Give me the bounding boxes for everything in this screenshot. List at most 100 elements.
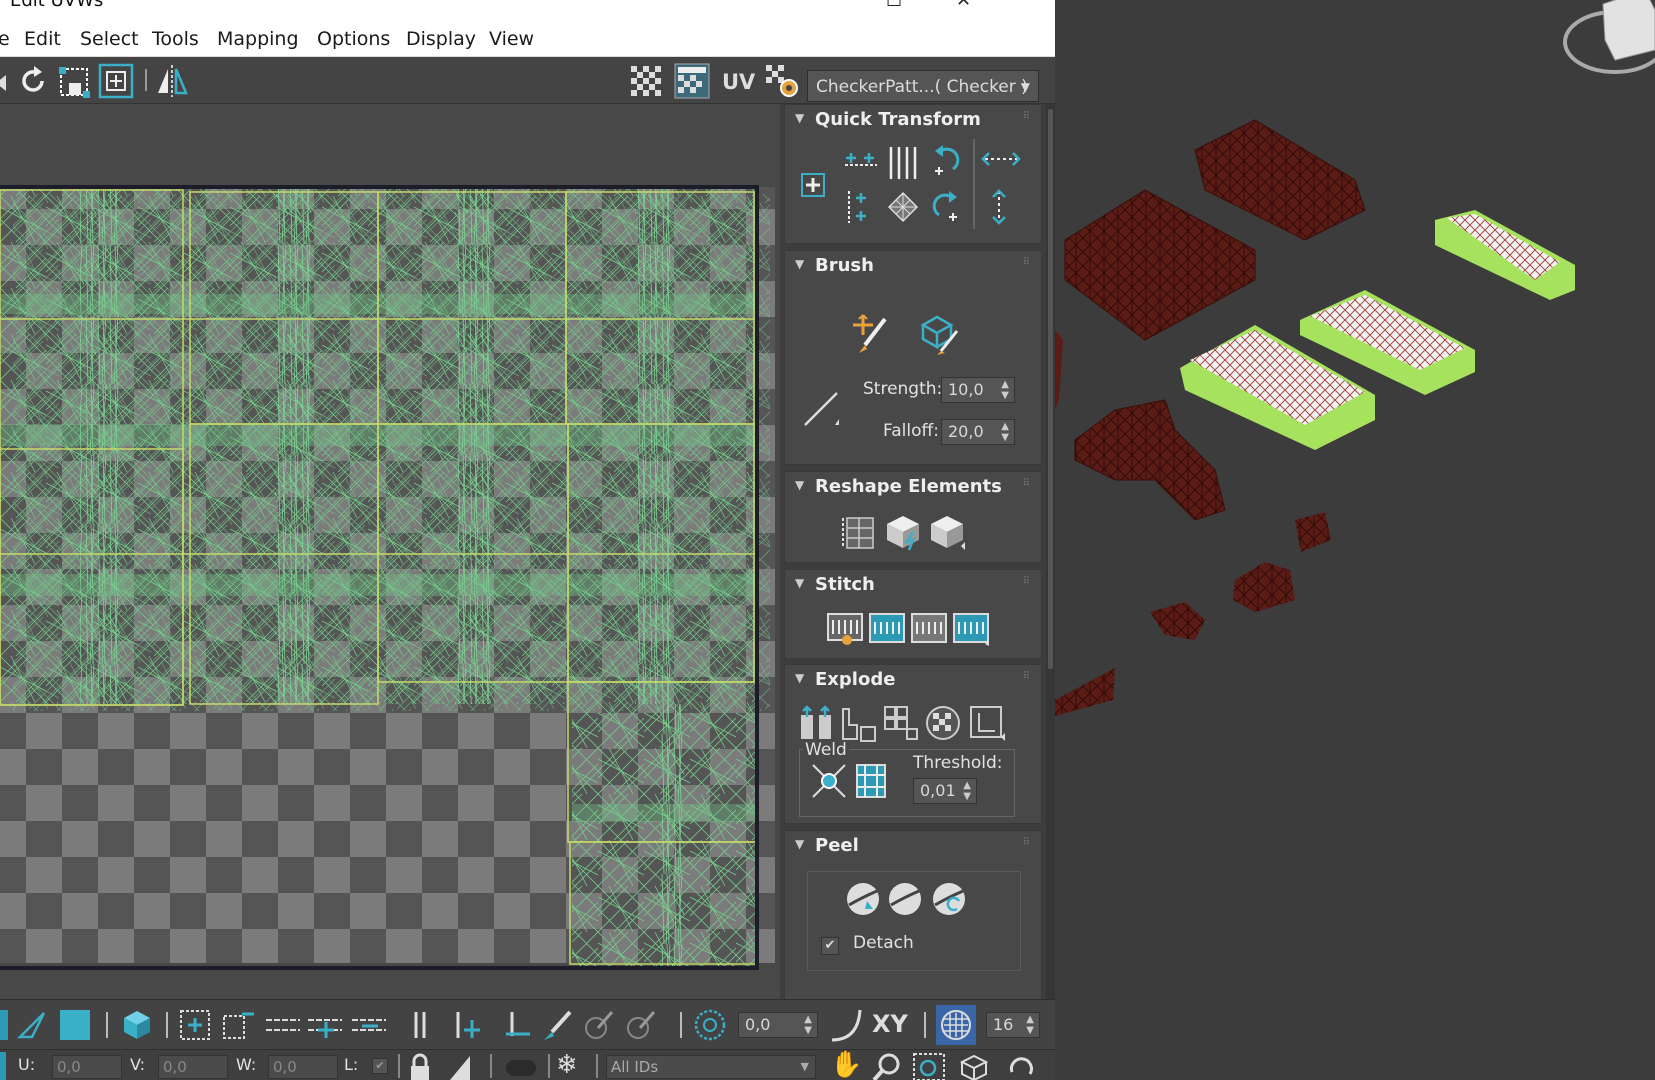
falloff-curve-icon[interactable]	[828, 1006, 866, 1044]
strength-spinner[interactable]: 10,0 ▲ ▼	[941, 377, 1015, 403]
rotate-ccw-icon[interactable]	[929, 143, 963, 177]
checker-icon[interactable]	[674, 63, 710, 99]
rollout-header[interactable]: ▼ Peel ⠿	[785, 831, 1041, 861]
lock-checkbox[interactable]: ✔	[372, 1058, 388, 1074]
drag-grip-icon[interactable]: ⠿	[1023, 478, 1031, 489]
toolbar-arrow-icon[interactable]	[0, 63, 12, 99]
grid-snap-icon[interactable]	[936, 1005, 976, 1045]
hide-icon[interactable]	[446, 1052, 474, 1080]
rollout-header[interactable]: ▼ Explode ⠿	[785, 665, 1041, 695]
rollout-header[interactable]: ▼ Reshape Elements ⠿	[785, 472, 1041, 502]
menu-tools[interactable]: Tools	[152, 28, 199, 50]
spinner-arrows-icon[interactable]: ▲ ▼	[1001, 421, 1009, 443]
menu-display[interactable]: Display	[406, 28, 476, 50]
angle-spinner[interactable]: 0,0 ▲ ▼	[738, 1012, 818, 1038]
space-vertical-alt-icon[interactable]	[985, 187, 1013, 227]
spinner-arrows-icon[interactable]: ▲ ▼	[963, 780, 971, 802]
spinner-arrows-icon[interactable]: ▲ ▼	[804, 1014, 812, 1036]
panel-scrollbar[interactable]	[1046, 104, 1055, 999]
ring-icon[interactable]	[410, 1010, 430, 1040]
lock-icon[interactable]	[406, 1052, 434, 1080]
align-horizontal-icon[interactable]	[841, 145, 881, 179]
u-field[interactable]: 0,0	[52, 1055, 122, 1079]
loop-shrink-icon[interactable]	[350, 1010, 388, 1040]
polygon-mode-icon[interactable]	[60, 1010, 90, 1040]
menu-mapping[interactable]: Mapping	[217, 28, 299, 50]
falloff-line-icon[interactable]	[799, 385, 845, 431]
undo-icon[interactable]	[1004, 1052, 1038, 1080]
absolute-mode-icon[interactable]	[0, 1052, 6, 1080]
flatten-icon[interactable]	[881, 703, 921, 743]
align-pattern-icon[interactable]	[885, 189, 921, 225]
paint-move-icon[interactable]	[849, 311, 893, 355]
paint-shrink-icon[interactable]	[624, 1008, 658, 1042]
loop-grow-icon[interactable]	[306, 1010, 344, 1040]
peel-mode-icon[interactable]	[885, 879, 925, 919]
drag-grip-icon[interactable]: ⠿	[1023, 111, 1031, 122]
redo-icon[interactable]	[16, 63, 52, 99]
checker-pattern-select[interactable]: CheckerPatt...( Checker ) ▼	[807, 70, 1039, 102]
close-icon[interactable]: ✕	[956, 0, 971, 11]
relax-icon[interactable]	[883, 512, 923, 552]
3d-viewport[interactable]	[1055, 0, 1655, 1080]
drag-grip-icon[interactable]: ⠿	[1023, 837, 1031, 848]
falloff-spinner[interactable]: 20,0 ▲ ▼	[941, 419, 1015, 445]
edge-mode-icon[interactable]	[16, 1009, 48, 1041]
fit-icon[interactable]	[98, 63, 134, 99]
drag-grip-icon[interactable]: ⠿	[1023, 576, 1031, 587]
soft-selection-icon[interactable]	[692, 1007, 728, 1043]
stitch-average-icon[interactable]	[909, 608, 949, 648]
shrink-selection-icon[interactable]	[220, 1008, 256, 1042]
weld-selected-icon[interactable]	[809, 761, 849, 801]
stitch-custom-icon[interactable]	[825, 608, 865, 648]
paint-select-icon[interactable]	[540, 1008, 574, 1042]
menu-file[interactable]: e	[0, 28, 10, 50]
element-mode-icon[interactable]	[120, 1008, 154, 1042]
viewcube-icon[interactable]	[1563, 0, 1655, 74]
ring-shrink-icon[interactable]	[502, 1010, 532, 1040]
threshold-spinner[interactable]: 0,01 ▲ ▼	[913, 778, 977, 804]
scrollbar-thumb[interactable]	[1048, 109, 1053, 669]
detach-icon[interactable]	[839, 705, 879, 745]
drag-grip-icon[interactable]: ⠿	[1023, 671, 1031, 682]
rollout-header[interactable]: ▼ Brush ⠿	[785, 251, 1041, 281]
pan-hand-icon[interactable]: ✋	[830, 1050, 862, 1080]
align-vertical-icon[interactable]	[841, 187, 875, 227]
grid-spinner[interactable]: 16 ▲ ▼	[986, 1012, 1040, 1038]
menu-view[interactable]: View	[489, 28, 534, 50]
drag-grip-icon[interactable]: ⠿	[1023, 257, 1031, 268]
straighten-icon[interactable]	[839, 512, 879, 552]
rotate-cw-icon[interactable]	[929, 187, 963, 225]
space-horizontal-icon[interactable]	[981, 145, 1021, 173]
menu-edit[interactable]: Edit	[24, 28, 61, 50]
v-field[interactable]: 0,0	[158, 1055, 228, 1079]
material-id-select[interactable]: All IDs ▼	[606, 1055, 816, 1079]
menu-options[interactable]: Options	[317, 28, 390, 50]
space-vertical-icon[interactable]	[883, 143, 923, 183]
spinner-arrows-icon[interactable]: ▲ ▼	[1026, 1014, 1034, 1036]
xy-button[interactable]: XY	[872, 1010, 908, 1038]
settings-gear-icon[interactable]	[764, 63, 800, 99]
freeform-icon[interactable]	[57, 63, 93, 99]
grow-selection-icon[interactable]	[178, 1008, 214, 1042]
uv-editor-canvas[interactable]	[0, 104, 780, 999]
freeze-icon[interactable]: ❄	[556, 1050, 578, 1080]
maximize-icon[interactable]: ☐	[886, 0, 902, 11]
mirror-icon[interactable]	[154, 63, 190, 99]
rollout-header[interactable]: ▼ Stitch ⠿	[785, 570, 1041, 600]
spinner-arrows-icon[interactable]: ▲ ▼	[1001, 379, 1009, 401]
break-icon[interactable]	[797, 703, 837, 743]
add-icon[interactable]	[799, 171, 827, 199]
w-field[interactable]: 0,0	[268, 1055, 338, 1079]
zoom-icon[interactable]	[872, 1052, 902, 1080]
relax-alt-icon[interactable]	[927, 512, 967, 552]
menu-select[interactable]: Select	[80, 28, 139, 50]
stitch-target-icon[interactable]	[951, 608, 991, 648]
explode-uv-icon[interactable]	[967, 703, 1007, 743]
quick-peel-icon[interactable]	[843, 879, 883, 919]
stitch-source-icon[interactable]	[867, 608, 907, 648]
explode-grid-icon[interactable]	[923, 703, 963, 743]
detach-checkbox[interactable]: ✔	[821, 937, 839, 955]
grid-icon[interactable]	[628, 63, 664, 99]
paint-grow-icon[interactable]	[582, 1008, 616, 1042]
